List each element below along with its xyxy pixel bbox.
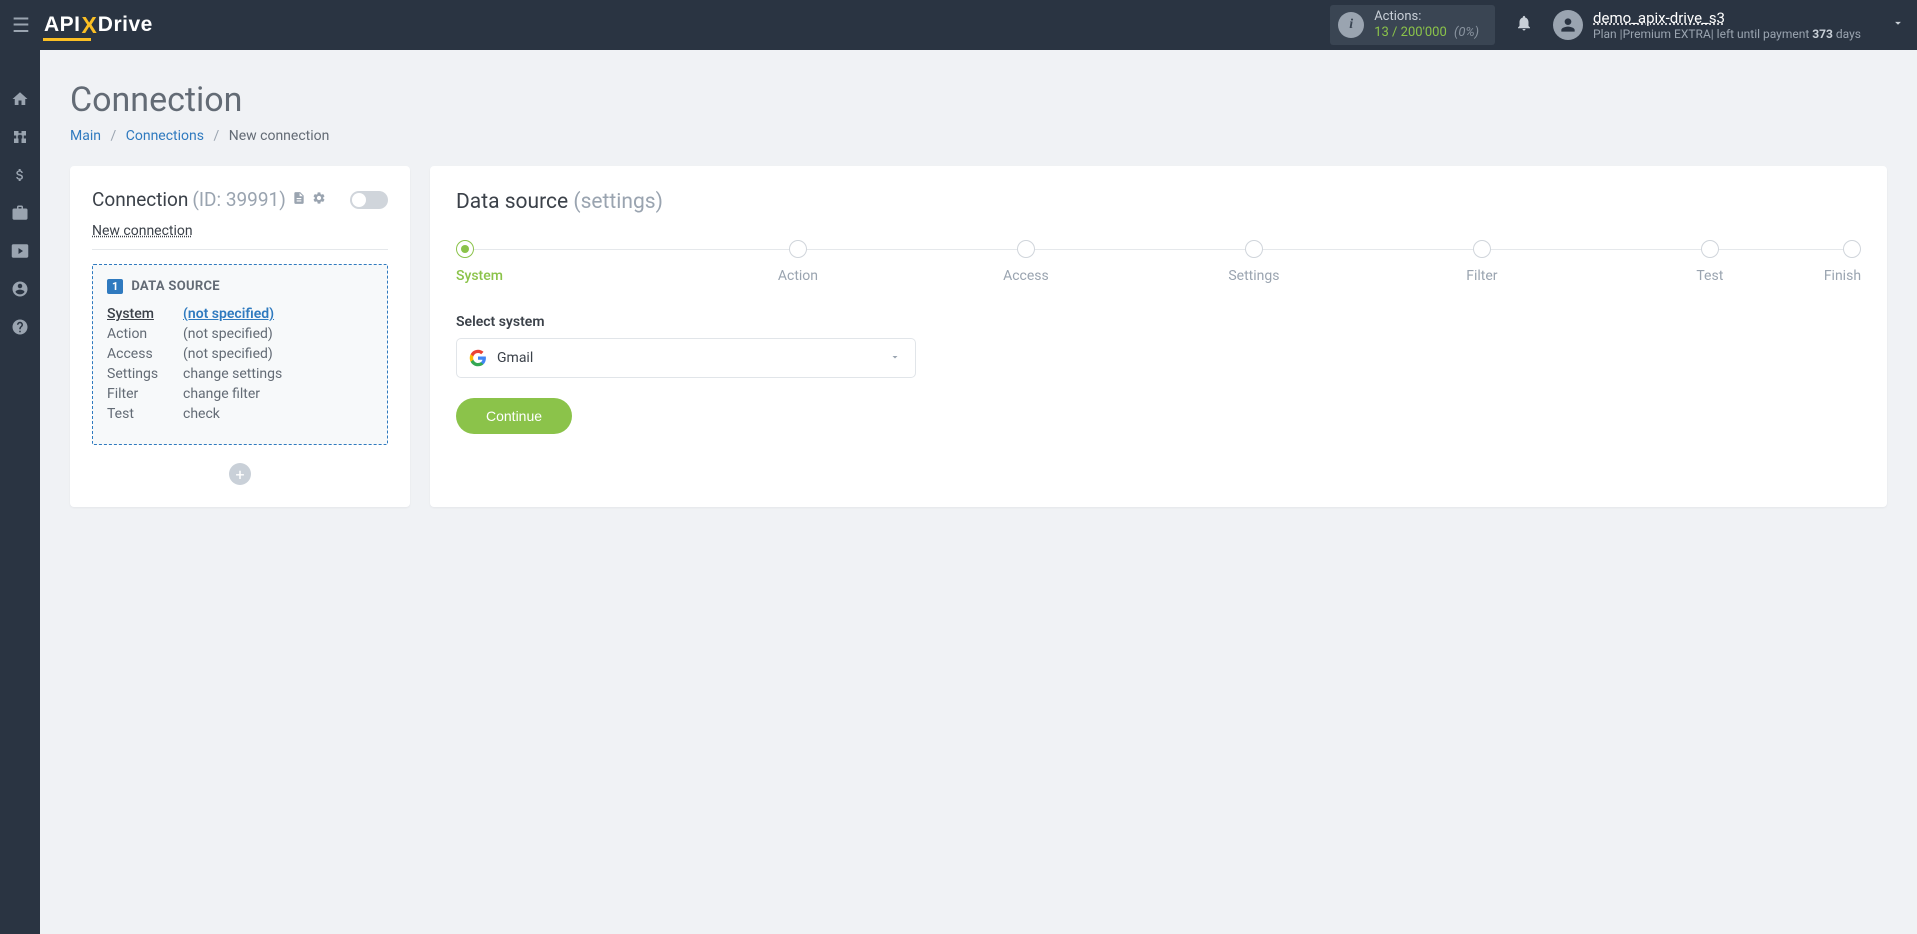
breadcrumb: Main / Connections / New connection — [70, 128, 1887, 144]
nav-briefcase-icon[interactable] — [0, 194, 40, 232]
connection-title: Connection — [92, 188, 188, 211]
step-test[interactable]: Test — [1596, 240, 1824, 284]
selected-system: Gmail — [497, 350, 533, 366]
chevron-down-icon[interactable] — [1891, 16, 1905, 34]
user-name: demo_apix-drive_s3 — [1593, 9, 1861, 27]
step-filter[interactable]: Filter — [1368, 240, 1596, 284]
nav-account-icon[interactable] — [0, 270, 40, 308]
panel-title: Data source (settings) — [456, 190, 1861, 214]
data-source-box: 1 DATA SOURCE System(not specified) Actio… — [92, 264, 388, 445]
step-access[interactable]: Access — [912, 240, 1140, 284]
step-finish[interactable]: Finish — [1824, 240, 1861, 284]
add-destination-button[interactable]: + — [229, 463, 251, 485]
connection-panel: Connection (ID: 39991) New connection 1 … — [70, 166, 410, 507]
menu-icon[interactable]: ☰ — [12, 13, 30, 37]
breadcrumb-current: New connection — [229, 128, 330, 144]
info-icon: i — [1338, 12, 1364, 38]
user-plan: Plan |Premium EXTRA| left until payment … — [1593, 27, 1861, 41]
source-badge: 1 — [107, 279, 123, 294]
settings-panel: Data source (settings) SystemActionAcces… — [430, 166, 1887, 507]
step-settings[interactable]: Settings — [1140, 240, 1368, 284]
actions-label: Actions: — [1374, 9, 1479, 25]
connection-id: (ID: 39991) — [192, 188, 285, 211]
user-menu[interactable]: demo_apix-drive_s3 Plan |Premium EXTRA| … — [1553, 9, 1905, 41]
nav-connections-icon[interactable] — [0, 118, 40, 156]
connection-toggle[interactable] — [350, 191, 388, 209]
connection-name[interactable]: New connection — [92, 223, 388, 250]
source-row-test[interactable]: Testcheck — [107, 406, 373, 422]
source-row-system[interactable]: System(not specified) — [107, 306, 373, 322]
source-title: DATA SOURCE — [131, 279, 220, 294]
stepper: SystemActionAccessSettingsFilterTestFini… — [456, 240, 1861, 284]
sidebar — [0, 50, 40, 934]
top-header: ☰ APIXDrive i Actions: 13 / 200'000 (0%)… — [0, 0, 1917, 50]
step-system[interactable]: System — [456, 240, 684, 284]
actions-used: 13 — [1374, 25, 1389, 40]
source-row-filter[interactable]: Filterchange filter — [107, 386, 373, 402]
gmail-icon — [469, 349, 487, 367]
nav-video-icon[interactable] — [0, 232, 40, 270]
document-icon[interactable] — [292, 191, 306, 209]
avatar-icon — [1553, 10, 1583, 40]
actions-percent: (0%) — [1454, 25, 1479, 40]
source-row-action[interactable]: Action(not specified) — [107, 326, 373, 342]
chevron-down-icon — [889, 351, 901, 366]
actions-total: 200'000 — [1401, 25, 1447, 40]
source-row-access[interactable]: Access(not specified) — [107, 346, 373, 362]
step-action[interactable]: Action — [684, 240, 912, 284]
nav-billing-icon[interactable] — [0, 156, 40, 194]
bell-icon[interactable] — [1515, 14, 1533, 37]
source-row-settings[interactable]: Settingschange settings — [107, 366, 373, 382]
system-select[interactable]: Gmail — [456, 338, 916, 378]
nav-help-icon[interactable] — [0, 308, 40, 346]
breadcrumb-main[interactable]: Main — [70, 128, 101, 144]
select-system-label: Select system — [456, 314, 1861, 330]
page-title: Connection — [70, 80, 1887, 120]
logo[interactable]: APIXDrive — [44, 12, 153, 39]
gear-icon[interactable] — [312, 191, 326, 209]
nav-home-icon[interactable] — [0, 80, 40, 118]
breadcrumb-connections[interactable]: Connections — [126, 128, 204, 144]
actions-counter[interactable]: i Actions: 13 / 200'000 (0%) — [1330, 5, 1495, 44]
continue-button[interactable]: Continue — [456, 398, 572, 434]
